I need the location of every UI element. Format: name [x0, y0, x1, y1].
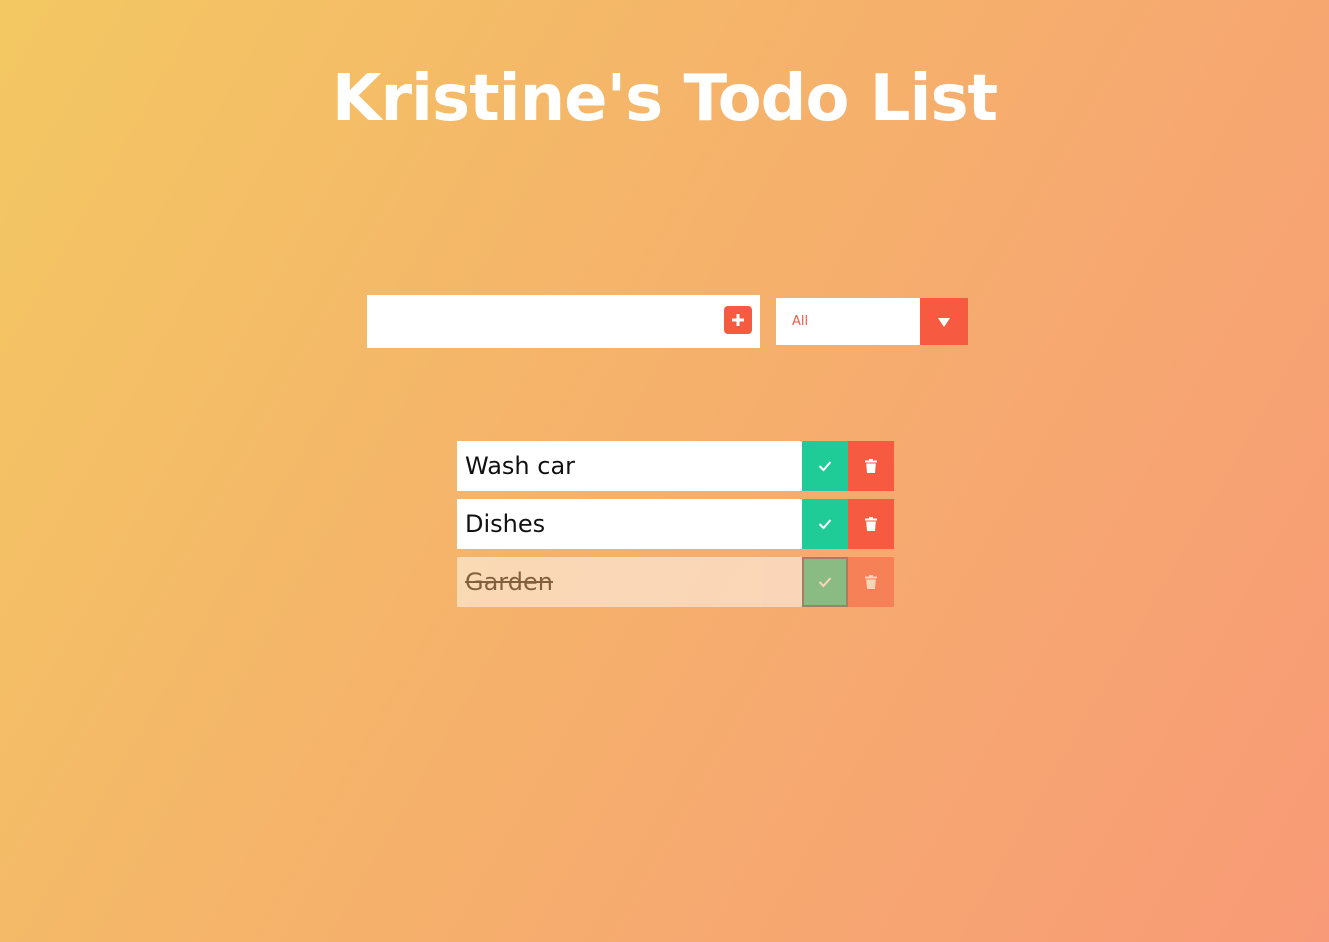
delete-button[interactable]: [848, 557, 894, 607]
todo-item-text: Dishes: [465, 510, 546, 538]
trash-icon: [865, 459, 877, 473]
complete-button[interactable]: [802, 441, 848, 491]
page-title: Kristine's Todo List: [331, 62, 998, 136]
filter-arrow-button[interactable]: [920, 298, 968, 345]
filter-select[interactable]: All: [776, 298, 968, 345]
plus-square-icon: [732, 314, 744, 326]
check-icon: [818, 519, 832, 530]
todo-item-text: Garden: [465, 568, 553, 596]
todo-input[interactable]: [367, 295, 707, 348]
complete-button[interactable]: [802, 499, 848, 549]
filter-selected-value: All: [792, 314, 809, 329]
todo-item: Dishes: [457, 499, 894, 549]
trash-icon: [865, 517, 877, 531]
todo-form: [367, 295, 760, 348]
trash-icon: [865, 575, 877, 589]
delete-button[interactable]: [848, 499, 894, 549]
complete-button[interactable]: [802, 557, 848, 607]
check-icon: [818, 577, 832, 588]
check-icon: [818, 461, 832, 472]
todo-item-text: Wash car: [465, 452, 576, 480]
todo-item-completed: Garden: [457, 557, 894, 607]
todo-list: Wash car Dishes Garden: [457, 441, 894, 615]
add-todo-button[interactable]: [724, 306, 752, 334]
todo-item: Wash car: [457, 441, 894, 491]
caret-down-icon: [938, 317, 950, 327]
delete-button[interactable]: [848, 441, 894, 491]
